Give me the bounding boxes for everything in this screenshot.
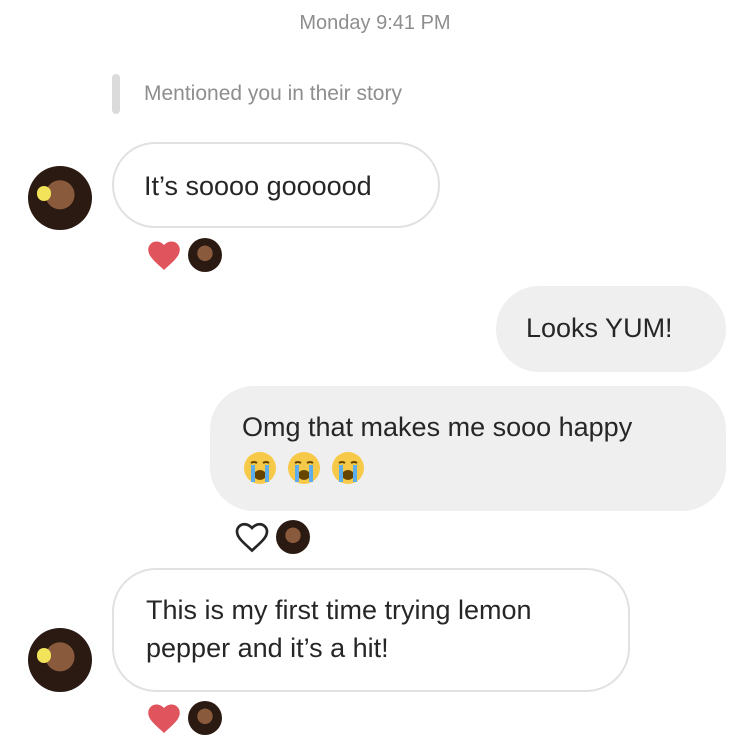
reactor-avatar[interactable] xyxy=(276,520,310,554)
heart-reaction-icon[interactable] xyxy=(146,701,182,735)
timestamp: Monday 9:41 PM xyxy=(299,12,451,34)
loudly-crying-face-icon xyxy=(244,452,276,484)
outgoing-message-bubble[interactable]: Looks YUM! xyxy=(496,286,726,372)
emoji-row xyxy=(242,450,694,486)
message-text: It’s soooo goooood xyxy=(144,171,372,201)
message-text: Omg that makes me sooo happy xyxy=(242,412,633,442)
incoming-message-bubble[interactable]: This is my first time trying lemon peppe… xyxy=(112,568,630,692)
reactor-avatar[interactable] xyxy=(188,701,222,735)
sender-avatar[interactable] xyxy=(28,628,92,692)
outgoing-message-bubble[interactable]: Omg that makes me sooo happy xyxy=(210,386,726,511)
incoming-message-bubble[interactable]: It’s soooo goooood xyxy=(112,142,440,228)
loudly-crying-face-icon xyxy=(332,452,364,484)
reactor-avatar[interactable] xyxy=(188,238,222,272)
sender-avatar[interactable] xyxy=(28,166,92,230)
story-reply-bar xyxy=(112,74,120,114)
heart-outline-icon[interactable] xyxy=(234,520,270,554)
message-text: This is my first time trying lemon peppe… xyxy=(146,595,532,663)
loudly-crying-face-icon xyxy=(288,452,320,484)
heart-reaction-icon[interactable] xyxy=(146,238,182,272)
message-text: Looks YUM! xyxy=(526,313,673,343)
story-mention-text: Mentioned you in their story xyxy=(144,82,402,105)
